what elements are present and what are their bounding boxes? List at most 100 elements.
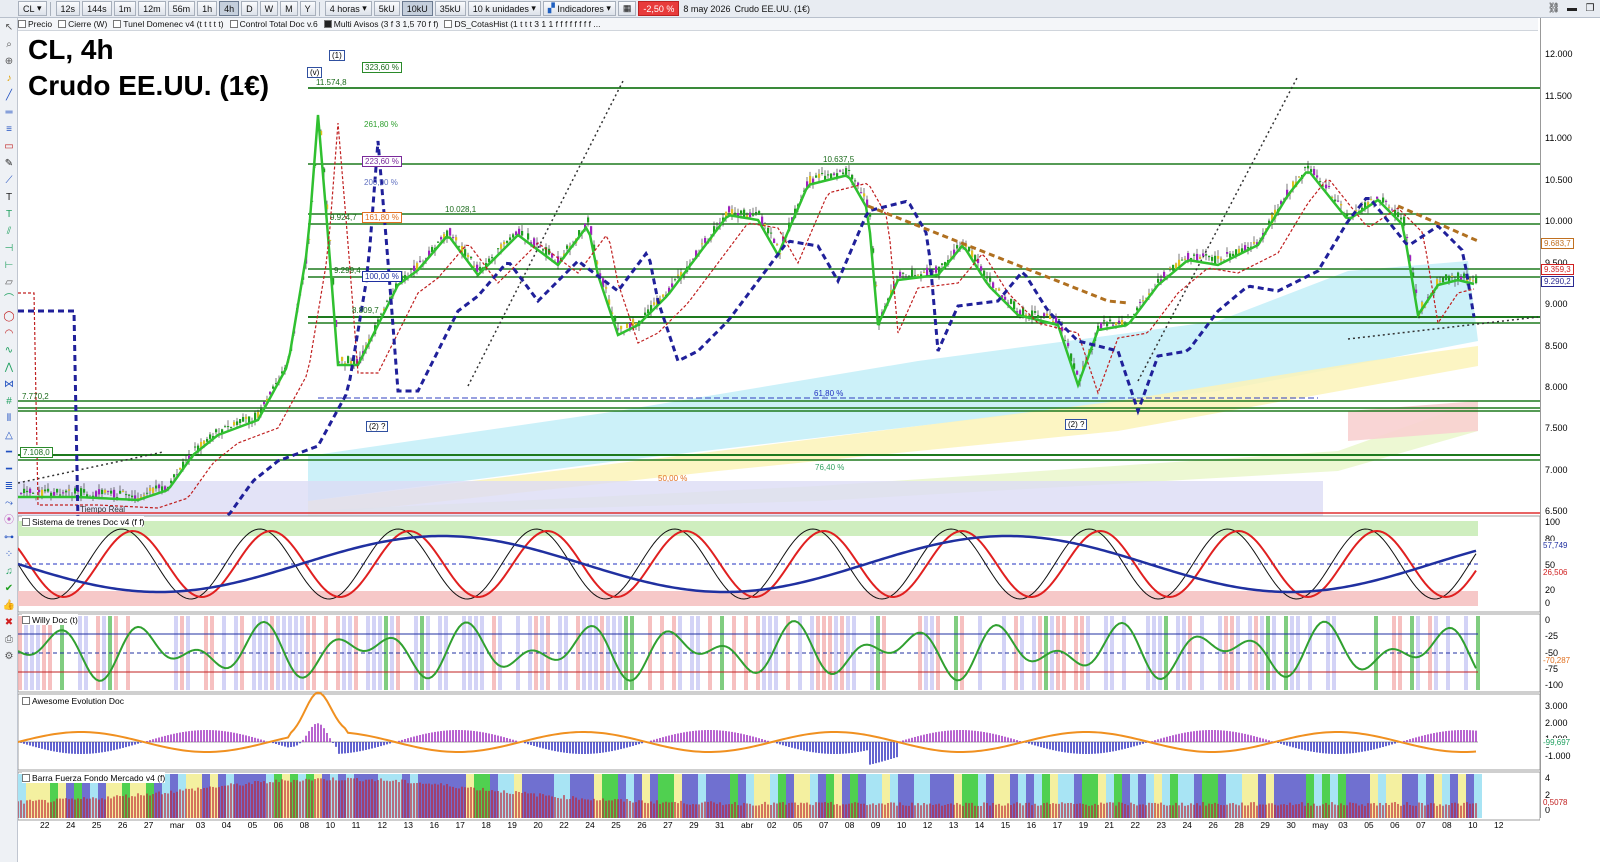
timeframe-button-D[interactable]: D [241,1,258,16]
panel-title-awesome[interactable]: Awesome Evolution Doc [22,695,124,706]
price-axis[interactable]: 12.000 11.500 11.000 10.500 10.000 9.500 9.000… [1540,18,1600,818]
candle-body [122,490,125,493]
brush2-icon[interactable]: ⦿ [2,514,16,528]
cycles-icon[interactable]: ⫴ [2,412,16,426]
layout-button[interactable]: ▦ [617,1,637,16]
timeframe-button-4h[interactable]: 4h [219,1,240,16]
panel-title-barra[interactable]: Barra Fuerza Fondo Mercado v4 (f) [22,772,166,783]
indicator-tab[interactable]: DS_CotasHist (1 t t t 3 1 1 f f f f f f … [444,19,600,29]
alert-bell-icon[interactable]: ♪ [2,72,16,86]
dots-icon[interactable]: ⁘ [2,548,16,562]
period-select[interactable]: 4 horas ▾ [324,1,372,16]
settings-icon[interactable]: ⚙ [2,650,16,664]
candle-body [179,467,182,470]
indicator-tab[interactable]: Tunel Domenec v4 (t t t t t) [113,19,224,29]
barra-background [1114,774,1122,818]
horizontal-line-icon[interactable]: ═ [2,106,16,120]
indicators-button[interactable]: ▞ Indicadores ▾ [542,1,616,16]
timeframe-button-12m[interactable]: 12m [138,1,166,16]
channel-icon[interactable]: ⫽ [2,225,16,239]
tab-checkbox[interactable] [229,20,238,28]
timeframe-button-12s[interactable]: 12s [55,1,81,16]
layers-icon[interactable]: ≣ [2,480,16,494]
rectangle-icon[interactable]: ▭ [2,140,16,154]
tab-checkbox[interactable] [113,20,122,28]
blue-line-icon[interactable]: ━ [2,446,16,460]
panel-title-trenes[interactable]: Sistema de trenes Doc v4 (f f) [22,516,145,527]
indicators-icon: ▞ [547,3,555,13]
indicator-tab[interactable]: Multi Avisos (3 f 3 1,5 70 f f) [323,19,438,29]
barra-background [1074,774,1082,818]
minimize-icon[interactable]: ▬ [1564,1,1580,16]
timeframe-button-56m[interactable]: 56m [167,1,196,16]
barra-background [570,774,578,818]
tab-checkbox[interactable] [18,20,26,28]
cursor-icon[interactable]: ↖ [2,21,16,35]
fibonacci-icon[interactable]: ≡ [2,123,16,137]
indicator-tab[interactable]: Cierre (W) [58,19,107,29]
indicator-tab[interactable]: Control Total Doc v.6 [229,19,318,29]
measure-icon[interactable]: ⊣ [2,242,16,256]
wave-icon[interactable]: ∿ [2,344,16,358]
candle-body [230,426,233,428]
ruler-icon[interactable]: ▱ [2,276,16,290]
date-tick: 10 [1468,820,1478,830]
barra-background [970,774,978,818]
arc-red-icon[interactable]: ◠ [2,327,16,341]
check-icon[interactable]: ✔ [2,582,16,596]
units-select[interactable]: 10 k unidades ▾ [467,1,541,16]
grid-icon[interactable]: # [2,395,16,409]
elliott-icon[interactable]: ⋀ [2,361,16,375]
barra-background [1234,774,1242,818]
panel-title-willy[interactable]: Willy Doc (t) [22,614,78,625]
panel-awesome [18,693,1540,771]
volume-button-10kU[interactable]: 10kU [401,1,433,16]
chart-canvas[interactable] [18,31,1540,831]
candle-body [470,256,473,259]
arc-icon[interactable]: ⌒ [2,293,16,307]
tab-checkbox[interactable] [323,20,332,28]
candle-body [1010,298,1013,304]
price-tag: 9.683,7 [1541,238,1574,249]
tab-checkbox[interactable] [444,20,453,28]
timeframe-button-W[interactable]: W [259,1,279,16]
timeframe-button-Y[interactable]: Y [299,1,316,16]
sound-icon[interactable]: ♫ [2,565,16,579]
candle-body [500,244,503,249]
barra-background [834,774,842,818]
candle-body [467,254,470,258]
text-icon[interactable]: T [2,191,16,205]
tab-checkbox[interactable] [58,20,67,28]
pattern-icon[interactable]: ⋈ [2,378,16,392]
chart-area[interactable] [18,31,1540,831]
text-box-icon[interactable]: T [2,208,16,222]
link-icon[interactable]: ⛓ [1546,1,1562,16]
ruler2-icon[interactable]: ⊶ [2,531,16,545]
path-icon[interactable]: ⤳ [2,497,16,511]
print-icon[interactable]: ⎙ [2,633,16,647]
candle-body [341,356,344,361]
candle-body [1439,281,1442,283]
delete-icon[interactable]: ✖ [2,616,16,630]
brush-icon[interactable]: ⟋ [2,174,16,188]
candle-body [935,266,938,273]
symbol-select[interactable]: CL ▾ [18,1,47,16]
indicator-tab[interactable]: Precio [18,19,52,29]
magnifier-icon[interactable]: ⊕ [2,55,16,69]
thumbs-up-icon[interactable]: 👍 [2,599,16,613]
pen-icon[interactable]: ✎ [2,157,16,171]
blue-line2-icon[interactable]: ━ [2,463,16,477]
timeframe-button-1m[interactable]: 1m [113,1,137,16]
zoom-icon[interactable]: ⌕ [2,38,16,52]
trendline-icon[interactable]: ╱ [2,89,16,103]
triangle-icon[interactable]: △ [2,429,16,443]
parallel-icon[interactable]: ⊢ [2,259,16,273]
timeframe-button-M[interactable]: M [280,1,298,16]
timeframe-button-1h[interactable]: 1h [197,1,218,16]
ellipse-icon[interactable]: ◯ [2,310,16,324]
timeframe-button-144s[interactable]: 144s [82,1,112,16]
volume-button-5kU[interactable]: 5kU [373,1,400,16]
volume-button-35kU[interactable]: 35kU [434,1,466,16]
date-axis[interactable]: 22 24 25 26 27 mar 03 04 05 06 08 10 11 12 13 16 17 18 19 2… [18,819,1540,831]
maximize-icon[interactable]: ❐ [1582,1,1598,16]
